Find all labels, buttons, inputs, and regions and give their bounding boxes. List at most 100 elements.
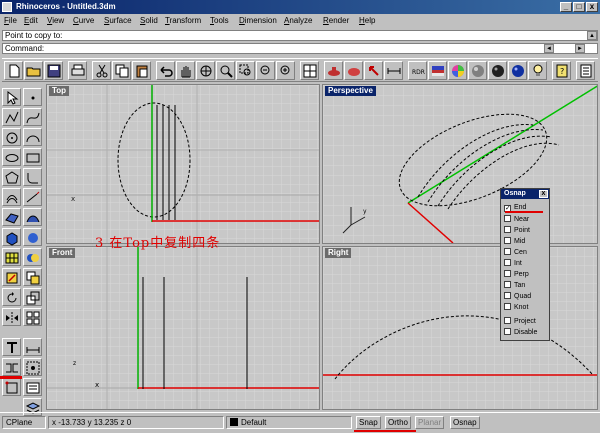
cut-button[interactable] — [92, 61, 111, 80]
snap-toggle[interactable]: Snap — [356, 416, 381, 429]
viewport-layout-button[interactable] — [300, 61, 319, 80]
osnap-title-bar[interactable]: Osnap x — [501, 189, 549, 199]
select-tool-button[interactable] — [2, 88, 21, 106]
close-button[interactable]: x — [586, 2, 598, 12]
maximize-button[interactable]: □ — [573, 2, 585, 12]
osnap-option-cen[interactable]: Cen — [504, 248, 527, 258]
split-tool-button[interactable] — [2, 358, 21, 376]
material-gray-button[interactable] — [468, 61, 487, 80]
osnap-option-knot[interactable]: Knot — [504, 303, 528, 313]
menu-tools[interactable]: Tools — [210, 16, 229, 25]
menu-analyze[interactable]: Analyze — [284, 16, 312, 25]
dimension-tool-button[interactable] — [23, 338, 42, 356]
polyline-tool-button[interactable] — [2, 108, 21, 126]
osnap-option-perp[interactable]: Perp — [504, 270, 529, 280]
menu-file[interactable]: File — [4, 16, 17, 25]
material-black-button[interactable] — [488, 61, 507, 80]
notes-button[interactable] — [576, 61, 595, 80]
zoom-selected-button[interactable] — [276, 61, 295, 80]
scale-tool-button[interactable] — [23, 288, 42, 306]
command-prompt[interactable]: Command: ◄ ► — [2, 43, 598, 54]
checkbox-cen[interactable] — [504, 248, 511, 255]
undo-button[interactable] — [156, 61, 175, 80]
osnap-toggle[interactable]: Osnap — [450, 416, 480, 429]
color-wheel-button[interactable] — [448, 61, 467, 80]
solid-box-tool-button[interactable] — [2, 228, 21, 246]
checkbox-near[interactable] — [504, 215, 511, 222]
print-button[interactable] — [68, 61, 87, 80]
save-button[interactable] — [44, 61, 63, 80]
open-file-button[interactable] — [24, 61, 43, 80]
viewport-right[interactable]: Right — [322, 246, 598, 410]
zoom-extents-button[interactable] — [256, 61, 275, 80]
checkbox-knot[interactable] — [504, 303, 511, 310]
osnap-close-button[interactable]: x — [539, 190, 548, 198]
checkbox-tan[interactable] — [504, 281, 511, 288]
ortho-toggle[interactable]: Ortho — [385, 416, 412, 429]
menu-edit[interactable]: Edit — [24, 16, 38, 25]
mirror-tool-button[interactable] — [2, 308, 21, 326]
arc-tool-button[interactable] — [23, 128, 42, 146]
menu-view[interactable]: View — [47, 16, 64, 25]
material-blue-button[interactable] — [508, 61, 527, 80]
osnap-option-disable[interactable]: Disable — [504, 328, 537, 338]
polygon-tool-button[interactable] — [2, 168, 21, 186]
ellipse-tool-button[interactable] — [2, 148, 21, 166]
copy-button[interactable] — [112, 61, 131, 80]
menu-curve[interactable]: Curve — [73, 16, 94, 25]
zoom-dynamic-button[interactable] — [216, 61, 235, 80]
menu-solid[interactable]: Solid — [140, 16, 158, 25]
zoom-window-button[interactable] — [236, 61, 255, 80]
help-button[interactable]: ? — [552, 61, 571, 80]
rotate-view-button[interactable] — [196, 61, 215, 80]
osnap-option-mid[interactable]: Mid — [504, 237, 525, 247]
array-tool-button[interactable] — [23, 308, 42, 326]
menu-help[interactable]: Help — [359, 16, 375, 25]
osnap-option-project[interactable]: Project — [504, 317, 536, 327]
group-tool-button[interactable] — [23, 358, 42, 376]
checkbox-disable[interactable] — [504, 328, 511, 335]
history-scroll-up[interactable]: ▲ — [587, 31, 597, 40]
curve-tool-button[interactable] — [23, 108, 42, 126]
checkbox-int[interactable] — [504, 259, 511, 266]
command-scroll-right[interactable]: ► — [575, 44, 585, 53]
viewport-top[interactable]: x Top — [46, 84, 320, 244]
checkbox-quad[interactable] — [504, 292, 511, 299]
render-button[interactable] — [324, 61, 343, 80]
command-scroll-left[interactable]: ◄ — [544, 44, 554, 53]
rhino-app-icon[interactable] — [2, 2, 12, 12]
minimize-button[interactable]: _ — [560, 2, 572, 12]
osnap-toggle-button[interactable] — [2, 378, 21, 396]
osnap-option-near[interactable]: Near — [504, 215, 529, 225]
checkbox-point[interactable] — [504, 226, 511, 233]
checkbox-project[interactable] — [504, 317, 511, 324]
menu-render[interactable]: Render — [323, 16, 349, 25]
checkbox-perp[interactable] — [504, 270, 511, 277]
dimension-button[interactable] — [384, 61, 403, 80]
loft-tool-button[interactable] — [23, 208, 42, 226]
checkbox-mid[interactable] — [504, 237, 511, 244]
viewport-label-top[interactable]: Top — [49, 86, 70, 96]
osnap-option-point[interactable]: Point — [504, 226, 530, 236]
extend-tool-button[interactable] — [23, 188, 42, 206]
viewport-label-perspective[interactable]: Perspective — [325, 86, 376, 96]
offset-tool-button[interactable] — [2, 188, 21, 206]
properties-tool-button[interactable] — [23, 378, 42, 396]
sphere-tool-button[interactable] — [23, 228, 42, 246]
copy-tool-button[interactable] — [23, 268, 42, 286]
menu-surface[interactable]: Surface — [104, 16, 132, 25]
planar-toggle[interactable]: Planar — [415, 416, 445, 429]
light-bulb-button[interactable] — [528, 61, 547, 80]
rotate-tool-button[interactable] — [2, 288, 21, 306]
text-object-tool-button[interactable] — [2, 338, 21, 356]
mesh-tool-button[interactable] — [2, 248, 21, 266]
paste-button[interactable] — [132, 61, 151, 80]
point-tool-button[interactable] — [23, 88, 42, 106]
pan-button[interactable] — [176, 61, 195, 80]
viewport-label-front[interactable]: Front — [49, 248, 76, 258]
light-button[interactable] — [364, 61, 383, 80]
rectangle-tool-button[interactable] — [23, 148, 42, 166]
viewport-front[interactable]: x z Front — [46, 246, 320, 410]
osnap-option-int[interactable]: Int — [504, 259, 522, 269]
render-settings-button[interactable]: RDR — [408, 61, 427, 80]
